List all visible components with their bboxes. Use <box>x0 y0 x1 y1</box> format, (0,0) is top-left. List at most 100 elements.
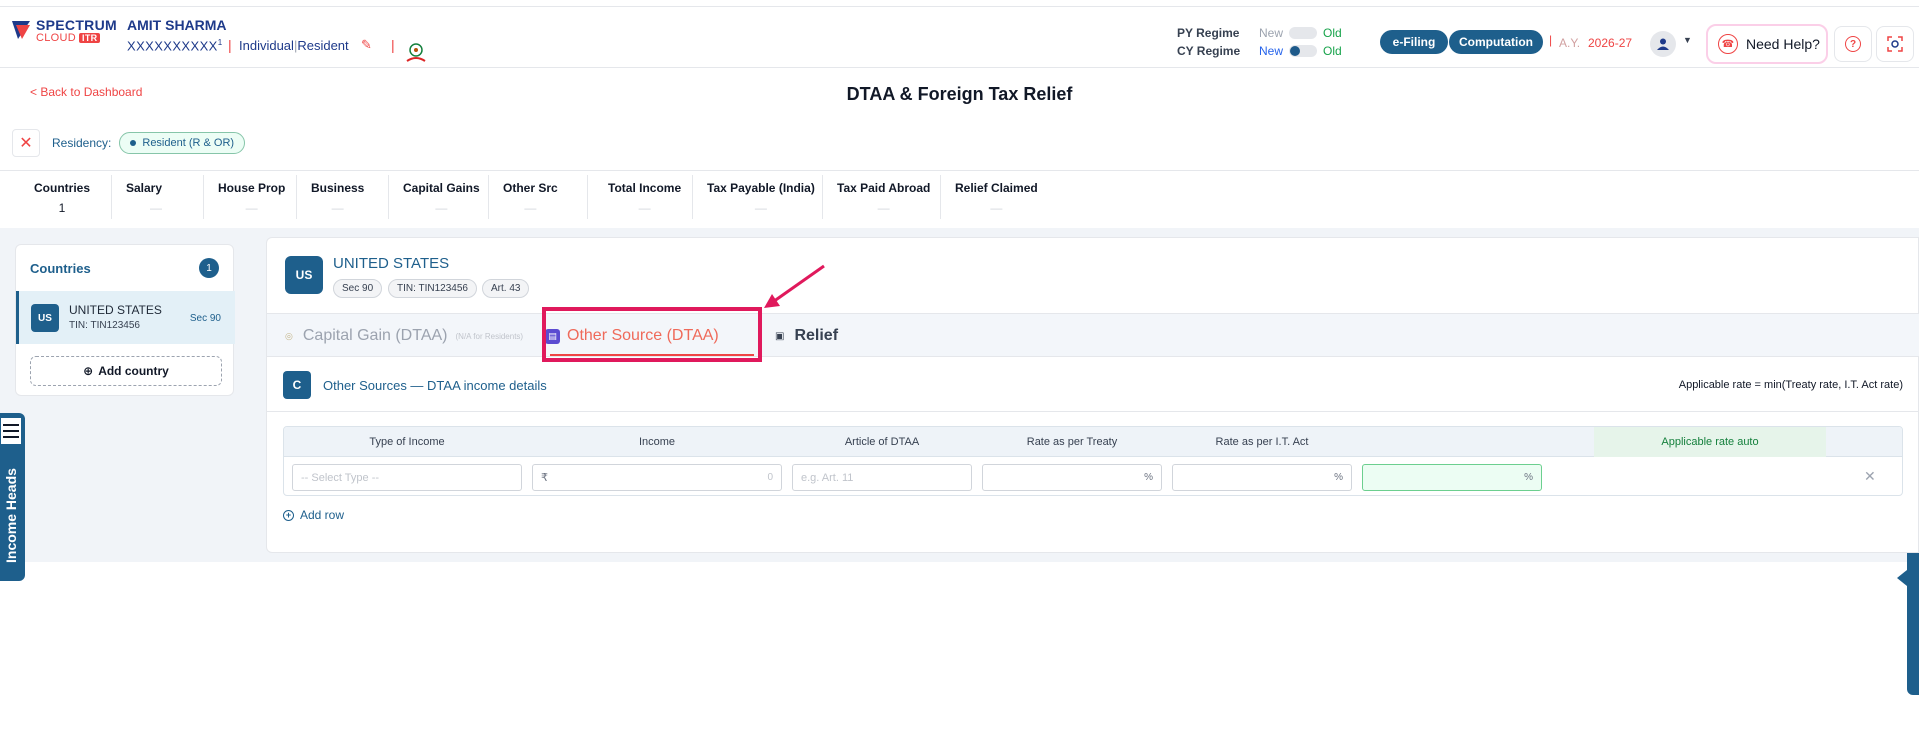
applicable-rate-output: % <box>1362 464 1542 491</box>
col-article: Article of DTAA <box>844 436 920 448</box>
section-badge: C <box>283 371 311 399</box>
divider <box>203 175 204 219</box>
py-regime: PY Regime New Old <box>1177 26 1342 40</box>
country-code-badge: US <box>31 304 59 332</box>
country-detail-card: US UNITED STATES Sec 90 TIN: TIN123456 A… <box>266 237 1919 553</box>
residency-bar: ✕ Residency: Resident (R & OR) <box>12 129 246 157</box>
summary-capital-gains: Capital Gains — <box>403 181 480 215</box>
py-regime-toggle[interactable] <box>1289 27 1317 39</box>
countries-panel: Countries 1 US UNITED STATES TIN: TIN123… <box>15 244 235 396</box>
close-icon[interactable]: ✕ <box>12 129 40 157</box>
summary-business: Business — <box>311 181 365 215</box>
divider: | <box>1549 33 1553 47</box>
top-header: SPECTRUM CLOUD ITR AMIT SHARMA XXXXXXXXXX… <box>0 6 1919 68</box>
country-name: UNITED STATES <box>69 303 162 317</box>
question-icon: ? <box>1845 36 1861 52</box>
divider <box>488 175 489 219</box>
page-title: DTAA & Foreign Tax Relief <box>846 84 1073 104</box>
caret-down-icon[interactable]: ▼ <box>1683 35 1692 45</box>
summary-relief-claimed: Relief Claimed — <box>955 181 1038 215</box>
user-residency: Resident <box>297 38 349 53</box>
summary-strip: Countries 1 Salary — House Prop — Busine… <box>0 170 1919 228</box>
col-income: Income <box>638 436 676 448</box>
section-title: Other Sources — DTAA income details <box>323 378 547 393</box>
country-tin: TIN: TIN123456 <box>69 320 140 331</box>
divider <box>822 175 823 219</box>
residency-label: Residency: <box>52 136 112 150</box>
user-pan: XXXXXXXXXX <box>127 38 218 54</box>
income-heads-label: Income Heads <box>3 468 19 563</box>
summary-other-src: Other Src — <box>503 181 558 215</box>
divider <box>587 175 588 219</box>
add-row-button[interactable]: + Add row <box>283 508 344 522</box>
drawer-arrow-icon[interactable] <box>1897 570 1907 586</box>
summary-total-income: Total Income — <box>608 181 682 215</box>
summary-tax-paid-abroad: Tax Paid Abroad — <box>837 181 931 215</box>
divider <box>267 411 1919 412</box>
logo-line1: SPECTRUM <box>36 17 117 33</box>
ay-value[interactable]: 2026-27 <box>1588 36 1632 50</box>
tab-bar: ◎ Capital Gain (DTAA) (N/A for Residents… <box>267 313 1919 357</box>
efiling-button[interactable]: e-Filing <box>1380 30 1448 54</box>
tab-capital-gain[interactable]: ◎ Capital Gain (DTAA) (N/A for Residents… <box>285 314 523 358</box>
divider <box>692 175 693 219</box>
country-code-badge: US <box>285 256 323 294</box>
income-heads-tab[interactable]: Income Heads <box>0 413 25 581</box>
divider <box>296 175 297 219</box>
user-pan-info[interactable]: 1 <box>218 38 223 47</box>
faq-button[interactable]: ? <box>1834 26 1872 62</box>
need-help-button[interactable]: ☎ Need Help? <box>1706 24 1828 64</box>
section-header: C Other Sources — DTAA income details Ap… <box>283 371 1903 401</box>
annotation-highlight-box <box>542 307 762 362</box>
computation-button[interactable]: Computation <box>1449 30 1543 54</box>
pencil-icon[interactable]: ✎ <box>361 37 372 53</box>
col-rate-itact: Rate as per I.T. Act <box>1215 436 1309 448</box>
delete-row-icon[interactable]: ✕ <box>1864 468 1876 485</box>
col-applicable-rate: Applicable rate auto <box>1594 427 1826 457</box>
menu-icon[interactable] <box>0 417 22 445</box>
table-header: Type of Income Income Article of DTAA Ra… <box>284 427 1902 457</box>
tab-relief[interactable]: ▣ Relief <box>775 314 838 358</box>
country-section: Sec 90 <box>189 313 221 324</box>
summary-salary: Salary — <box>126 181 163 215</box>
tag-tin: TIN: TIN123456 <box>388 279 477 298</box>
logo-badge: ITR <box>79 33 101 43</box>
type-of-income-select[interactable]: -- Select Type -- <box>292 464 522 491</box>
relief-icon: ▣ <box>775 330 785 342</box>
divider <box>940 175 941 219</box>
logo[interactable]: SPECTRUM CLOUD ITR <box>10 17 117 45</box>
user-type: Individual <box>239 38 294 53</box>
logo-mark-icon <box>12 21 30 39</box>
tag-article: Art. 43 <box>482 279 530 298</box>
divider: | <box>391 37 395 53</box>
plus-circle-icon: ⊕ <box>83 364 94 378</box>
avatar[interactable] <box>1650 31 1676 57</box>
scan-button[interactable] <box>1876 26 1914 62</box>
tag-section: Sec 90 <box>333 279 383 298</box>
divider <box>388 175 389 219</box>
cy-regime: CY Regime New Old <box>1177 44 1342 58</box>
add-country-button[interactable]: ⊕ Add country <box>30 356 222 386</box>
income-input[interactable]: ₹ 0 <box>532 464 782 491</box>
article-input[interactable]: e.g. Art. 11 <box>792 464 972 491</box>
summary-countries: Countries 1 <box>34 181 91 215</box>
scan-icon <box>1887 36 1903 52</box>
summary-tax-payable: Tax Payable (India) — <box>707 181 815 215</box>
residency-badge[interactable]: Resident (R & OR) <box>119 132 246 154</box>
divider <box>111 175 112 219</box>
countries-count-badge: 1 <box>199 258 219 278</box>
plus-circle-icon: + <box>283 509 294 521</box>
rate-treaty-input[interactable]: % <box>982 464 1162 491</box>
emblem-icon <box>406 43 426 62</box>
rate-itact-input[interactable]: % <box>1172 464 1352 491</box>
cy-regime-toggle[interactable] <box>1289 45 1317 57</box>
user-name: AMIT SHARMA <box>127 17 227 33</box>
rate-note: Applicable rate = min(Treaty rate, I.T. … <box>1678 379 1903 391</box>
income-table: Type of Income Income Article of DTAA Ra… <box>283 426 1903 496</box>
divider: | <box>228 37 232 53</box>
col-rate-treaty: Rate as per Treaty <box>1026 436 1118 448</box>
country-title: UNITED STATES <box>333 255 450 272</box>
country-list-item[interactable]: US UNITED STATES TIN: TIN123456 Sec 90 <box>16 291 235 344</box>
logo-line2: CLOUD <box>36 32 77 44</box>
help-icon: ☎ <box>1718 34 1738 54</box>
